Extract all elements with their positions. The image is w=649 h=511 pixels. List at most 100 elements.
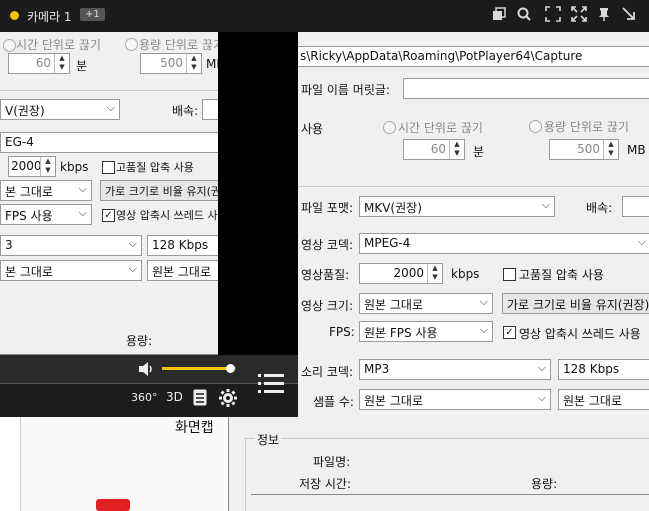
quality-unit: kbps bbox=[451, 267, 480, 281]
info-label: 정보 bbox=[255, 431, 282, 448]
capacity-label: 용량: bbox=[126, 334, 153, 348]
sample-select[interactable]: 원본 그대로 ⌵ bbox=[359, 389, 551, 410]
bitrate-value: 128 Kbps bbox=[152, 238, 209, 252]
channel-value: 원본 그대로 bbox=[563, 394, 623, 408]
time-unit: 분 bbox=[76, 59, 88, 73]
bitrate-select[interactable]: 128 Kbps bbox=[558, 359, 649, 380]
channel-select[interactable]: 원본 그대로 bbox=[147, 260, 220, 281]
size-value: 500 bbox=[577, 142, 600, 156]
volume-slider[interactable] bbox=[162, 367, 236, 370]
savetime-label: 저장 시간: bbox=[299, 477, 352, 491]
stepper-arrows-icon[interactable]: ▲ ▼ bbox=[40, 157, 55, 176]
background-page: 화면캡 bbox=[0, 417, 228, 511]
time-value: 60 bbox=[430, 142, 446, 156]
split-label: 사용 bbox=[301, 122, 324, 136]
extra-count-badge[interactable]: +1 bbox=[80, 8, 105, 21]
size-stepper[interactable]: 500 ▲ ▼ bbox=[549, 139, 619, 160]
filename-label: 파일명: bbox=[313, 455, 351, 469]
capture-text: 화면캡 bbox=[175, 420, 214, 436]
split-size-radio[interactable] bbox=[125, 38, 138, 51]
quality-value: 2000 bbox=[393, 266, 424, 280]
expand-icon[interactable] bbox=[569, 6, 589, 26]
hq-checkbox[interactable] bbox=[102, 161, 115, 174]
video-size-value: 원본 그대로 bbox=[364, 298, 424, 312]
player-controls: 360° 3D bbox=[0, 355, 298, 417]
windows-icon[interactable] bbox=[489, 6, 509, 26]
format-value: V(권장) bbox=[5, 104, 45, 118]
search-icon[interactable] bbox=[514, 6, 534, 26]
chevron-down-icon: ⌵ bbox=[479, 323, 488, 336]
split-time-radio[interactable] bbox=[383, 121, 396, 134]
gear-icon[interactable] bbox=[219, 389, 237, 410]
section-divider bbox=[293, 186, 649, 187]
time-value: 60 bbox=[35, 56, 51, 70]
size-stepper[interactable]: 500 ▲ ▼ bbox=[140, 53, 202, 74]
stereo3d-button[interactable]: 3D bbox=[166, 390, 183, 404]
quality-unit: kbps bbox=[60, 160, 89, 174]
thread-checkbox[interactable]: ✓ bbox=[102, 209, 115, 222]
audio-codec-select[interactable]: 3 ⌵ bbox=[0, 235, 142, 256]
sample-label: 샘플 수: bbox=[313, 395, 354, 409]
fit-icon[interactable] bbox=[543, 6, 563, 26]
video-codec-value: EG-4 bbox=[5, 135, 34, 149]
keep-ratio-button[interactable]: 가로 크기로 비율 유지(권 bbox=[100, 180, 220, 201]
video-area[interactable] bbox=[218, 32, 298, 359]
chevron-down-icon: ⌵ bbox=[128, 262, 137, 275]
video-codec-select[interactable]: EG-4 bbox=[0, 132, 220, 153]
speed-input[interactable] bbox=[622, 196, 649, 217]
stepper-arrows-icon[interactable]: ▲ ▼ bbox=[449, 140, 464, 159]
playlist-menu-icon[interactable] bbox=[258, 373, 284, 398]
audio-codec-value: MP3 bbox=[364, 362, 390, 376]
vr360-button[interactable]: 360° bbox=[131, 391, 158, 404]
channel-select[interactable]: 원본 그대로 bbox=[558, 389, 649, 410]
playlist-doc-icon[interactable] bbox=[193, 389, 207, 409]
chevron-down-icon: ⌵ bbox=[128, 237, 137, 250]
bitrate-select[interactable]: 128 Kbps bbox=[147, 235, 220, 256]
volume-knob[interactable] bbox=[226, 364, 235, 373]
chevron-down-icon: ⌵ bbox=[106, 101, 115, 114]
time-stepper[interactable]: 60 ▲ ▼ bbox=[8, 53, 70, 74]
format-select[interactable]: V(권장) ⌵ bbox=[0, 99, 120, 120]
save-path-field[interactable]: s\Ricky\AppData\Roaming\PotPlayer64\Capt… bbox=[295, 46, 649, 67]
sample-value: 원본 그대로 bbox=[364, 394, 424, 408]
thread-label: 영상 압축시 쓰레드 사 bbox=[116, 209, 218, 222]
minimize-icon[interactable] bbox=[619, 6, 639, 26]
volume-icon[interactable] bbox=[138, 361, 156, 380]
split-time-radio[interactable] bbox=[3, 39, 16, 52]
quality-value: 2000 bbox=[11, 159, 42, 173]
split-size-radio[interactable] bbox=[529, 120, 542, 133]
speed-label: 배속: bbox=[586, 201, 613, 215]
audio-codec-select[interactable]: MP3 ⌵ bbox=[359, 359, 551, 380]
stepper-arrows-icon[interactable]: ▲ ▼ bbox=[603, 140, 618, 159]
quality-label: 영상품질: bbox=[301, 268, 350, 282]
quality-stepper[interactable]: 2000 ▲ ▼ bbox=[8, 156, 56, 177]
pin-icon[interactable] bbox=[594, 6, 614, 26]
sample-select[interactable]: 본 그대로 ⌵ bbox=[0, 260, 142, 281]
chevron-down-icon: ⌵ bbox=[78, 206, 87, 219]
chevron-down-icon: ⌵ bbox=[537, 361, 546, 374]
audio-codec-label: 소리 코덱: bbox=[301, 365, 354, 379]
format-select[interactable]: MKV(권장) ⌵ bbox=[359, 196, 555, 217]
window-title: 카메라 1 bbox=[27, 10, 72, 24]
video-size-select[interactable]: 본 그대로 ⌵ bbox=[0, 180, 92, 201]
stepper-arrows-icon[interactable]: ▲ ▼ bbox=[54, 54, 69, 73]
video-codec-select[interactable]: MPEG-4 ⌵ bbox=[359, 233, 649, 254]
prefix-input[interactable] bbox=[403, 78, 649, 99]
red-badge bbox=[96, 499, 130, 511]
stepper-arrows-icon[interactable]: ▲ ▼ bbox=[427, 264, 442, 283]
hq-checkbox[interactable] bbox=[503, 268, 516, 281]
fps-select[interactable]: 원본 FPS 사용 ⌵ bbox=[359, 321, 493, 342]
title-bar: 카메라 1 +1 bbox=[0, 0, 649, 32]
stepper-arrows-icon[interactable]: ▲ ▼ bbox=[186, 54, 201, 73]
time-unit: 분 bbox=[473, 145, 485, 159]
fps-select[interactable]: FPS 사용 ⌵ bbox=[0, 204, 92, 225]
fps-value: 원본 FPS 사용 bbox=[364, 326, 438, 340]
keep-ratio-button[interactable]: 가로 크기로 비율 유지(권장) bbox=[502, 293, 649, 314]
volume-fill bbox=[162, 367, 230, 370]
format-value: MKV(권장) bbox=[364, 201, 422, 215]
thread-checkbox[interactable]: ✓ bbox=[503, 326, 516, 339]
time-stepper[interactable]: 60 ▲ ▼ bbox=[403, 139, 465, 160]
quality-stepper[interactable]: 2000 ▲ ▼ bbox=[359, 263, 443, 284]
video-size-select[interactable]: 원본 그대로 ⌵ bbox=[359, 293, 493, 314]
video-codec-value: MPEG-4 bbox=[364, 236, 411, 250]
